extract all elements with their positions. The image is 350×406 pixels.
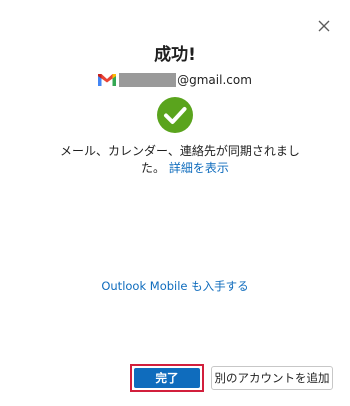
done-button-highlight: 完了 xyxy=(130,364,204,392)
details-link[interactable]: 詳細を表示 xyxy=(169,161,229,175)
dialog-title: 成功! xyxy=(154,45,196,65)
success-check-icon xyxy=(157,97,193,133)
sync-message-line1: メール、カレンダー、連絡先が同期されまし xyxy=(60,144,300,158)
done-button[interactable]: 完了 xyxy=(134,368,200,388)
add-another-account-button[interactable]: 別のアカウントを追加 xyxy=(211,366,333,390)
close-icon xyxy=(318,20,330,32)
success-dialog: 成功! @gmail.com メール、カレンダー、連絡先が同期されまし た。 詳… xyxy=(0,0,350,406)
sync-message: メール、カレンダー、連絡先が同期されまし た。 詳細を表示 xyxy=(60,143,300,177)
sync-message-line2-prefix: た。 xyxy=(141,161,166,175)
account-email-suffix: @gmail.com xyxy=(177,73,252,87)
account-row: @gmail.com xyxy=(0,71,350,89)
outlook-mobile-link[interactable]: Outlook Mobile も入手する xyxy=(0,278,350,294)
redacted-email-username xyxy=(119,73,177,87)
close-button[interactable] xyxy=(316,18,332,34)
gmail-icon xyxy=(98,74,117,86)
sync-message-line2: た。 詳細を表示 xyxy=(60,160,300,177)
